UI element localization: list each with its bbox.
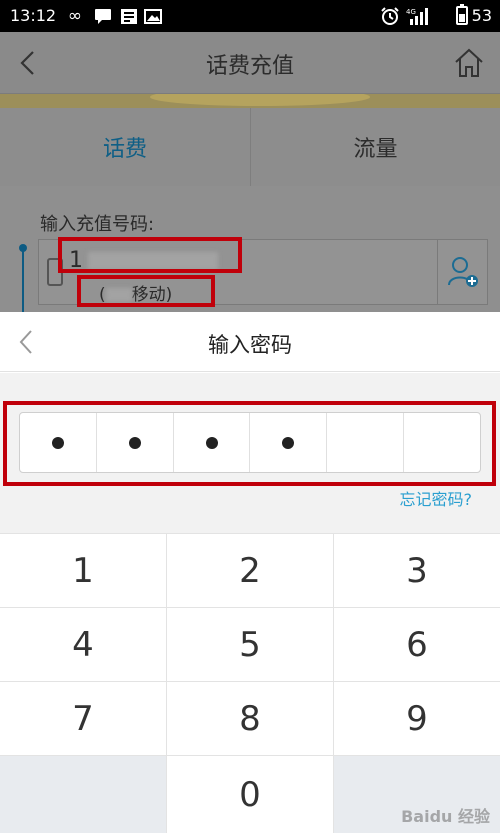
keypad-key-3[interactable]: 3 [334, 533, 500, 607]
forgot-password-link[interactable]: 忘记密码? [400, 486, 473, 510]
annotation-box-carrier [77, 275, 215, 307]
keypad-key-1[interactable]: 1 [0, 533, 167, 607]
image-icon [144, 7, 162, 25]
promo-banner-strip [0, 94, 500, 108]
tab-phone-credit[interactable]: 话费 [0, 108, 250, 186]
tab-data-plan[interactable]: 流量 [250, 108, 500, 186]
keypad-key-8[interactable]: 8 [167, 681, 334, 755]
password-sheet-header: 输入密码 [0, 312, 500, 372]
status-time: 13:12 [10, 6, 57, 25]
news-icon [120, 7, 138, 25]
infinity-icon: ∞ [67, 6, 83, 26]
keypad-key-2[interactable]: 2 [167, 533, 334, 607]
annotation-box-phone [58, 237, 242, 273]
keypad-key-9[interactable]: 9 [334, 681, 500, 755]
status-bar: 13:12 ∞ 4G 53 [0, 0, 500, 32]
step-line [22, 246, 24, 316]
password-sheet: 输入密码 忘记密码? 1 2 3 4 5 6 7 8 9 0 [0, 312, 500, 833]
keypad-key-4[interactable]: 4 [0, 607, 167, 681]
battery-icon [455, 4, 468, 25]
keypad-key-5[interactable]: 5 [167, 607, 334, 681]
page-title: 话费充值 [205, 54, 294, 79]
battery-indicator: 53 [455, 4, 492, 25]
numeric-keypad: 1 2 3 4 5 6 7 8 9 0 [0, 533, 500, 833]
password-sheet-title: 输入密码 [208, 333, 292, 357]
step-dot [19, 244, 27, 252]
keypad-key-6[interactable]: 6 [334, 607, 500, 681]
keypad-key-0[interactable]: 0 [167, 755, 334, 833]
add-contact-button[interactable] [437, 240, 487, 304]
signal-icon: 4G [406, 7, 432, 25]
keypad-blank-left [0, 755, 167, 833]
message-icon [94, 7, 112, 25]
recharge-tabs: 话费 流量 [0, 108, 500, 262]
annotation-box-password [3, 401, 496, 486]
alarm-icon [380, 7, 400, 25]
add-contact-icon [447, 257, 478, 287]
battery-level: 53 [471, 6, 492, 25]
svg-text:4G: 4G [406, 8, 416, 16]
keypad-key-7[interactable]: 7 [0, 681, 167, 755]
phone-field-label: 输入充值号码: [40, 214, 155, 235]
top-navbar: 话费充值 [0, 32, 500, 94]
watermark-logo: Baidu 经验 [401, 807, 490, 826]
home-icon[interactable] [452, 46, 486, 80]
